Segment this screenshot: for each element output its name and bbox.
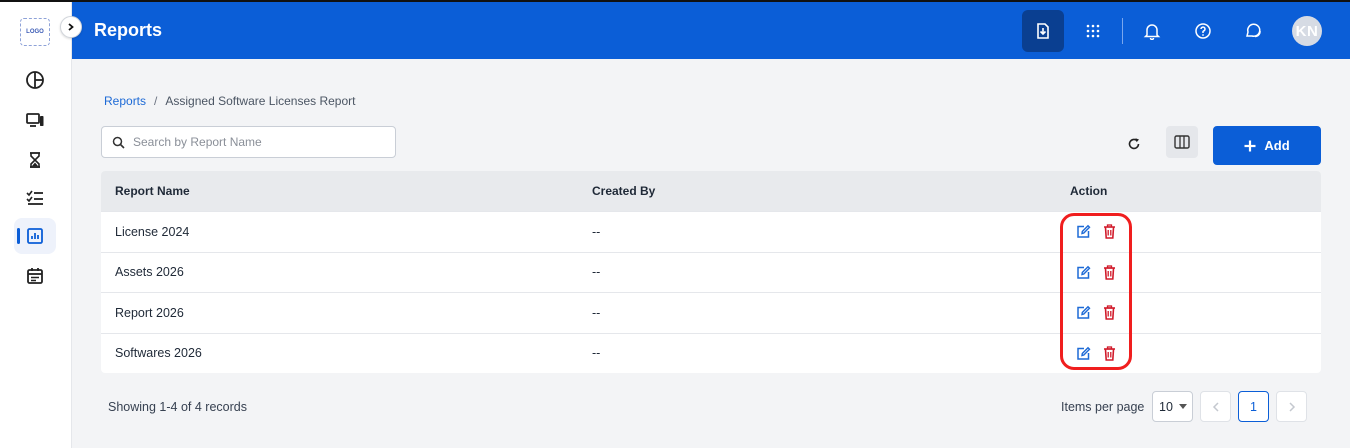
checklist-icon [26, 190, 43, 205]
table-row[interactable]: Report 2026 -- [101, 292, 1321, 333]
report-name-cell[interactable]: Softwares 2026 [115, 346, 202, 360]
add-button[interactable]: Add [1213, 126, 1321, 165]
report-name-cell[interactable]: License 2024 [115, 225, 189, 239]
trash-icon [1103, 305, 1115, 321]
table-header: Report Name Created By Action [101, 171, 1321, 211]
plus-icon [1244, 140, 1256, 151]
breadcrumb-reports-link[interactable]: Reports [104, 94, 146, 108]
next-page-button[interactable] [1276, 391, 1307, 422]
header-divider [1122, 18, 1123, 44]
edit-icon [1076, 265, 1090, 279]
sidebar-item-dashboard[interactable] [14, 62, 56, 98]
edit-button[interactable] [1075, 305, 1091, 321]
app-logo[interactable]: LOGO [20, 18, 50, 46]
column-header-created-by[interactable]: Created By [592, 184, 655, 198]
chevron-right-icon [68, 23, 74, 31]
edit-icon [1076, 306, 1090, 319]
items-per-page-select[interactable]: 10 [1152, 391, 1193, 422]
columns-button[interactable] [1166, 126, 1198, 158]
top-header: Reports KN [72, 2, 1350, 59]
edit-button[interactable] [1075, 345, 1091, 361]
page-title: Reports [94, 20, 163, 40]
search-input[interactable] [133, 135, 373, 149]
delete-button[interactable] [1101, 264, 1117, 280]
row-actions [1075, 264, 1117, 280]
delete-button[interactable] [1101, 345, 1117, 361]
columns-icon [1174, 135, 1190, 149]
row-actions [1075, 345, 1117, 361]
delete-button[interactable] [1101, 224, 1117, 240]
records-summary: Showing 1-4 of 4 records [108, 400, 247, 414]
apps-button[interactable] [1072, 10, 1114, 52]
breadcrumb: Reports / Assigned Software Licenses Rep… [104, 94, 355, 108]
chat-button[interactable] [1232, 10, 1274, 52]
column-header-action: Action [1070, 184, 1108, 198]
help-button[interactable] [1182, 10, 1224, 52]
chevron-left-icon [1212, 401, 1219, 412]
sidebar-item-checklist[interactable] [14, 180, 56, 216]
bell-icon [1143, 24, 1161, 40]
sidebar-item-calendar[interactable] [14, 258, 56, 294]
search-icon [112, 136, 125, 149]
created-by-cell: -- [592, 305, 601, 320]
report-name-cell[interactable]: Assets 2026 [115, 265, 184, 279]
trash-icon [1103, 346, 1115, 361]
apps-grid-icon [1086, 24, 1100, 38]
edit-icon [1076, 225, 1090, 238]
breadcrumb-separator: / [154, 94, 158, 108]
caret-down-icon [1178, 403, 1187, 409]
created-by-cell: -- [592, 224, 601, 239]
prev-page-button[interactable] [1200, 391, 1231, 422]
column-header-report-name[interactable]: Report Name [115, 184, 190, 198]
delete-button[interactable] [1101, 305, 1117, 321]
user-avatar[interactable]: KN [1292, 16, 1322, 46]
table-row[interactable]: Assets 2026 -- [101, 251, 1321, 293]
edit-button[interactable] [1075, 264, 1091, 280]
page-button-current[interactable]: 1 [1238, 391, 1269, 422]
trash-icon [1103, 265, 1115, 280]
created-by-cell: -- [592, 346, 601, 361]
calendar-icon [27, 268, 43, 284]
sidebar: LOGO [0, 2, 72, 448]
trash-icon [1103, 224, 1115, 240]
search-box[interactable] [101, 126, 396, 158]
reports-table: Report Name Created By Action License 20… [101, 171, 1321, 373]
refresh-icon [1128, 138, 1140, 150]
items-per-page-value: 10 [1159, 399, 1173, 414]
help-icon [1195, 23, 1211, 39]
created-by-cell: -- [592, 265, 601, 280]
download-button[interactable] [1022, 10, 1064, 52]
dashboard-icon [26, 71, 44, 89]
hourglass-icon [30, 152, 40, 168]
chat-icon [1246, 23, 1261, 38]
sidebar-item-reports[interactable] [14, 218, 56, 254]
row-actions [1075, 305, 1117, 321]
sidebar-toggle-button[interactable] [60, 16, 82, 38]
add-button-label: Add [1264, 138, 1290, 153]
sidebar-item-devices[interactable] [14, 102, 56, 138]
table-row[interactable]: Softwares 2026 -- [101, 332, 1321, 374]
download-icon [1037, 23, 1049, 39]
refresh-button[interactable] [1120, 130, 1148, 158]
edit-icon [1076, 346, 1090, 360]
notifications-button[interactable] [1131, 10, 1173, 52]
edit-button[interactable] [1075, 224, 1091, 240]
items-per-page-label: Items per page [1061, 400, 1145, 414]
table-row[interactable]: License 2024 -- [101, 211, 1321, 252]
reports-icon [27, 228, 43, 244]
breadcrumb-current: Assigned Software Licenses Report [165, 94, 356, 108]
chevron-right-icon [1288, 401, 1295, 412]
report-name-cell[interactable]: Report 2026 [115, 306, 184, 320]
devices-icon [26, 113, 44, 127]
sidebar-item-hourglass[interactable] [14, 142, 56, 178]
row-actions [1075, 224, 1117, 240]
